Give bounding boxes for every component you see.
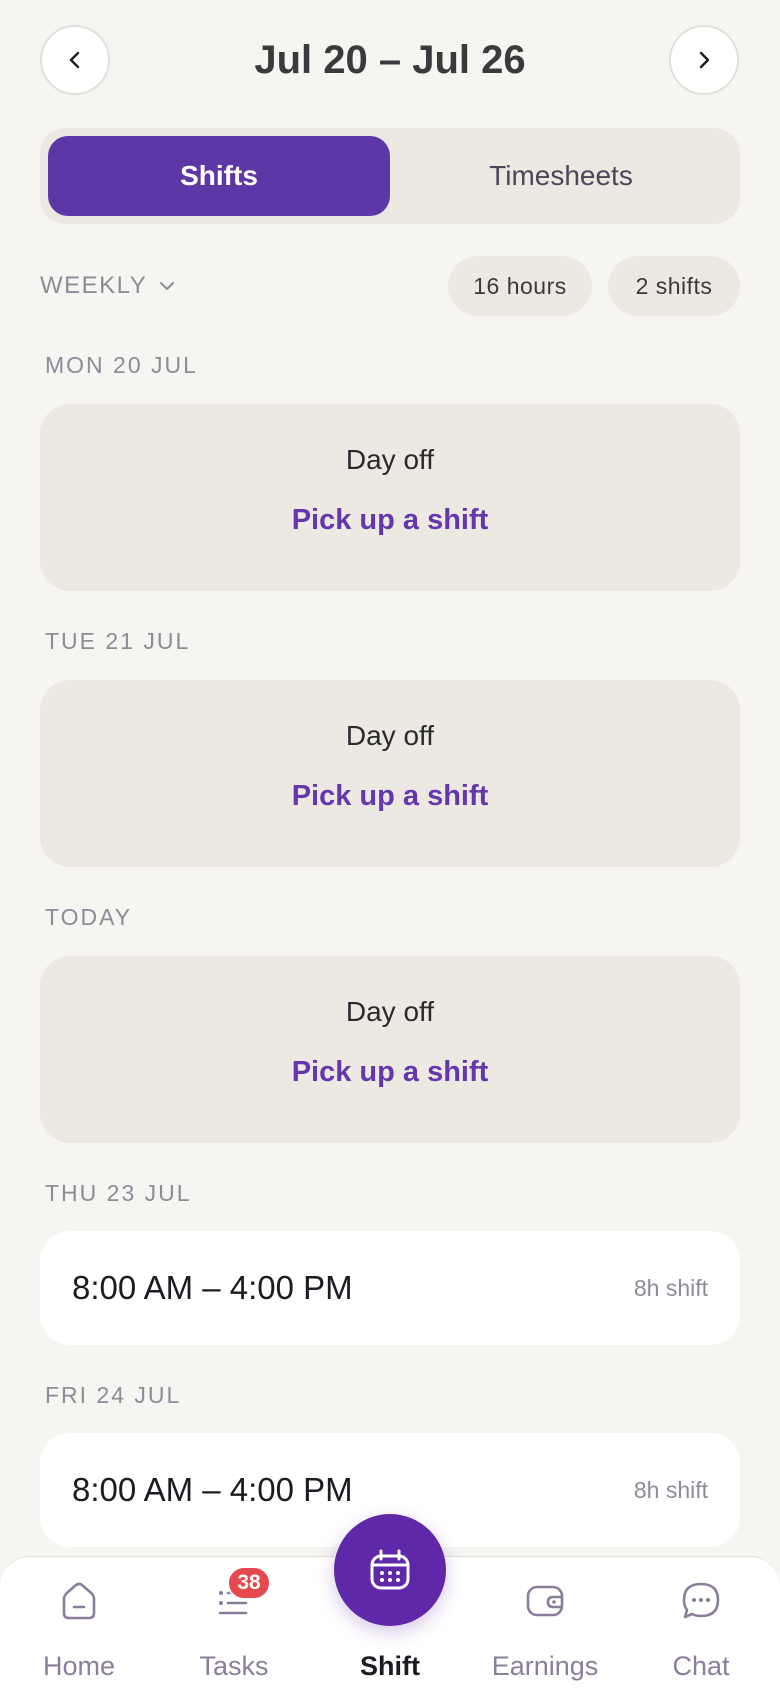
day-off-card: Day off Pick up a shift [40, 956, 740, 1143]
wallet-icon [526, 1585, 564, 1617]
nav-chat[interactable]: Chat [636, 1557, 766, 1688]
nav-shift-label: Shift [360, 1651, 420, 1681]
nav-tasks-label: Tasks [199, 1651, 269, 1681]
view-segmented-control: Shifts Timesheets [40, 128, 740, 224]
tab-shifts[interactable]: Shifts [48, 136, 390, 216]
day-label-today: TODAY [45, 904, 133, 930]
tasks-count-badge: 38 [227, 1566, 271, 1600]
period-label: WEEKLY [40, 272, 148, 299]
previous-week-button[interactable] [40, 25, 110, 95]
chat-icon [682, 1582, 720, 1619]
pick-up-shift-link[interactable]: Pick up a shift [40, 1056, 740, 1089]
nav-home-label: Home [42, 1651, 116, 1681]
period-dropdown[interactable]: WEEKLY [40, 256, 177, 316]
day-label-fri: FRI 24 JUL [45, 1382, 182, 1408]
day-off-text: Day off [345, 444, 435, 475]
shift-time: 8:00 AM – 4:00 PM [72, 1269, 353, 1306]
day-label-thu: THU 23 JUL [45, 1180, 192, 1206]
chevron-left-icon [69, 51, 80, 69]
pick-up-shift-link[interactable]: Pick up a shift [40, 780, 740, 813]
tab-timesheets[interactable]: Timesheets [390, 136, 732, 216]
shift-duration: 8h shift [633, 1275, 708, 1301]
week-header: Jul 20 – Jul 26 [0, 0, 780, 120]
hours-pill: 16 hours [448, 256, 592, 316]
nav-earnings-label: Earnings [491, 1651, 599, 1681]
day-label-mon: MON 20 JUL [45, 352, 198, 378]
next-week-button[interactable] [669, 25, 739, 95]
date-range-title: Jul 20 – Jul 26 [254, 38, 526, 82]
chevron-right-icon [699, 51, 710, 69]
day-off-text: Day off [345, 996, 435, 1027]
shift-fab-button[interactable] [334, 1514, 446, 1626]
day-off-card: Day off Pick up a shift [40, 680, 740, 867]
day-label-tue: TUE 21 JUL [45, 628, 191, 654]
pick-up-shift-link[interactable]: Pick up a shift [40, 504, 740, 537]
day-off-card: Day off Pick up a shift [40, 404, 740, 591]
summary-row: WEEKLY 16 hours 2 shifts [40, 256, 740, 316]
nav-chat-label: Chat [672, 1651, 730, 1681]
shift-duration: 8h shift [633, 1477, 708, 1503]
nav-home[interactable]: Home [14, 1557, 144, 1688]
calendar-icon [370, 1549, 410, 1590]
shift-card[interactable]: 8:00 AM – 4:00 PM 8h shift [40, 1231, 740, 1345]
home-icon [62, 1582, 96, 1620]
shift-time: 8:00 AM – 4:00 PM [72, 1471, 353, 1508]
day-off-text: Day off [345, 720, 435, 751]
nav-earnings[interactable]: Earnings [480, 1557, 610, 1688]
chevron-down-icon [160, 282, 175, 290]
shifts-pill: 2 shifts [608, 256, 740, 316]
